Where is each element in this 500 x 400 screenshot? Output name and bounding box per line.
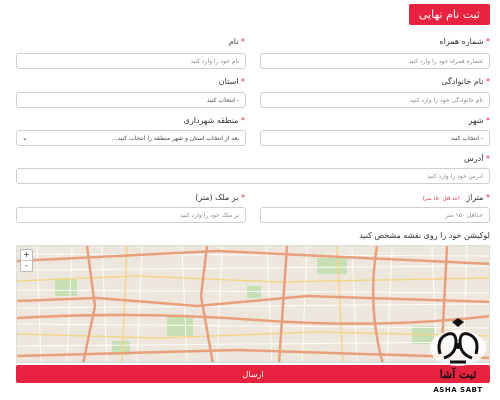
lot-label-text: بر ملک (متر) (195, 193, 239, 202)
brand-name-en: ASHA SABT (433, 386, 483, 394)
mobile-label-text: شماره همراه (439, 37, 484, 46)
page-title: ثبت نام نهایی (408, 4, 490, 25)
district-label: * منطقه شهرداری (184, 116, 245, 125)
province-selected: - انتخاب کنید (206, 96, 239, 104)
last-name-input[interactable] (260, 92, 490, 108)
required-mark: * (241, 37, 245, 46)
area-label-text: متراژ (466, 193, 484, 202)
location-map[interactable]: + - (16, 245, 490, 363)
address-label: * آدرس (464, 154, 490, 163)
brand-logo: ثبت آشا ASHA SABT (422, 318, 494, 398)
last-name-label-text: نام خانوادگی (441, 77, 484, 86)
required-mark: * (241, 116, 245, 125)
province-label: * استان (219, 77, 245, 86)
brand-emblem-icon (430, 318, 486, 366)
first-name-label: * نام (229, 37, 245, 46)
mobile-input[interactable] (260, 53, 490, 69)
chevron-down-icon: ⌄ (22, 134, 28, 142)
map-tiles (17, 246, 489, 362)
map-zoom-control: + - (20, 249, 33, 272)
first-name-label-text: نام (228, 37, 239, 46)
address-label-text: آدرس (464, 154, 484, 163)
submit-button[interactable]: ارسال (16, 365, 490, 383)
city-label: * شهر (469, 116, 490, 125)
city-select[interactable]: - انتخاب کنید (260, 130, 490, 146)
lot-input[interactable] (16, 207, 246, 223)
brand-name-fa: ثبت آشا (439, 368, 477, 381)
lot-label: * بر ملک (متر) (195, 193, 245, 202)
required-mark: * (486, 116, 490, 125)
area-note: (حد اقل ۱۵۰ متر) (422, 196, 460, 202)
required-mark: * (486, 37, 490, 46)
required-mark: * (486, 154, 490, 163)
zoom-in-button[interactable]: + (21, 250, 32, 260)
district-select[interactable]: بعد از انتخاب استان و شهر منطقه را انتخا… (16, 130, 246, 146)
district-label-text: منطقه شهرداری (183, 116, 239, 125)
required-mark: * (486, 77, 490, 86)
first-name-input[interactable] (16, 53, 246, 69)
area-label: * متراژ (حد اقل ۱۵۰ متر) (423, 193, 490, 202)
required-mark: * (241, 193, 245, 202)
mobile-label: * شماره همراه (439, 37, 490, 46)
map-instruction: لوکیشن خود را روی نقشه مشخص کنید (359, 231, 490, 240)
last-name-label: * نام خانوادگی (441, 77, 490, 86)
address-input[interactable] (16, 168, 490, 184)
province-select[interactable]: - انتخاب کنید (16, 92, 246, 108)
province-label-text: استان (218, 77, 239, 86)
city-selected: - انتخاب کنید (450, 134, 483, 142)
required-mark: * (241, 77, 245, 86)
zoom-out-button[interactable]: - (21, 260, 32, 271)
required-mark: * (486, 193, 490, 202)
district-selected: بعد از انتخاب استان و شهر منطقه را انتخا… (111, 134, 239, 142)
area-input[interactable] (260, 207, 490, 223)
city-label-text: شهر (468, 116, 484, 125)
